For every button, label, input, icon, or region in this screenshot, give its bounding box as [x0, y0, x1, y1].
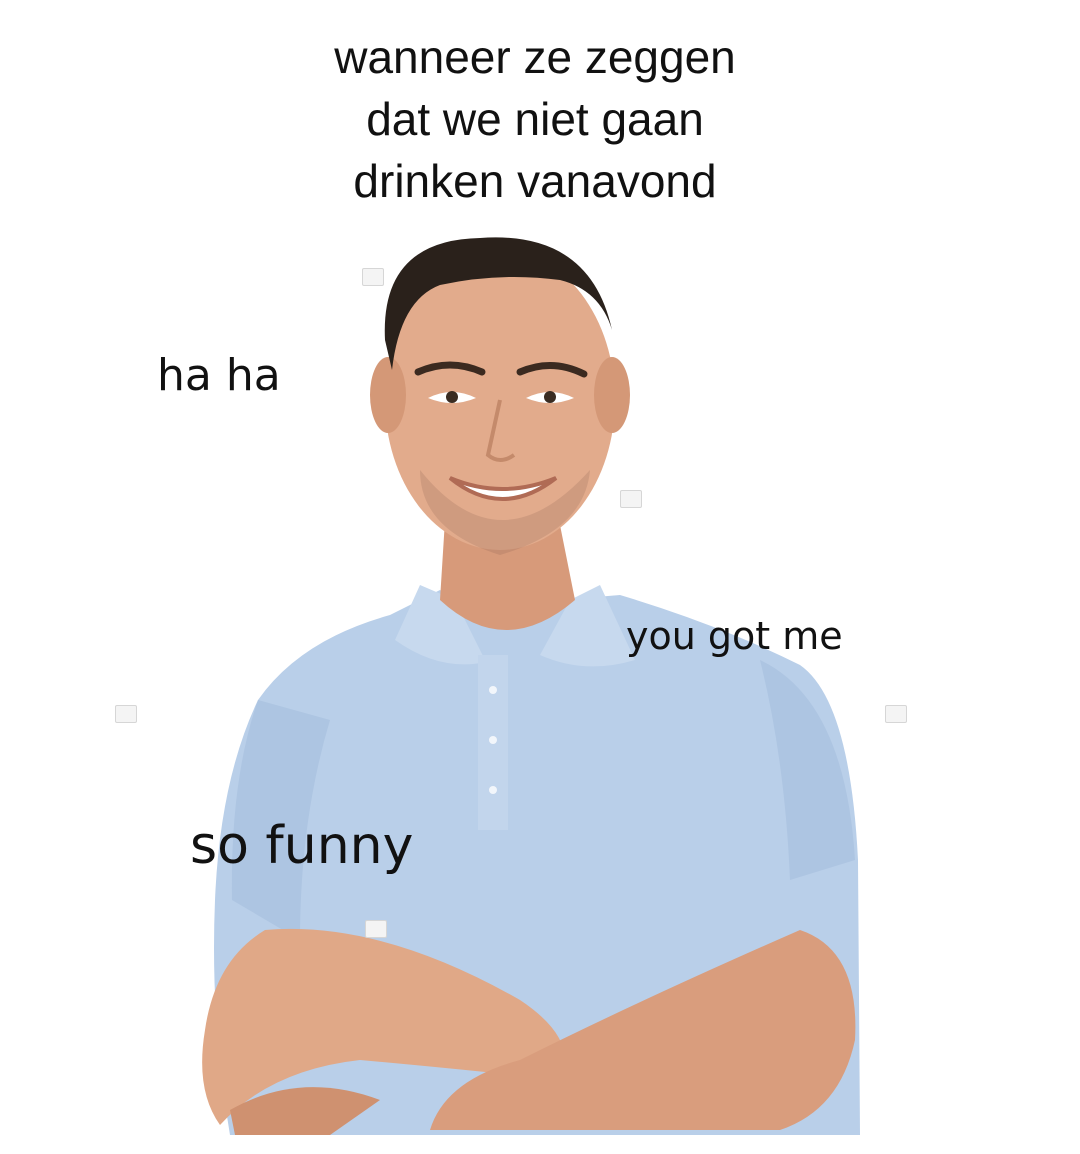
watermark-icon	[365, 920, 387, 938]
watermark-icon	[115, 705, 137, 723]
smiling-man-photo	[202, 237, 860, 1135]
label-ha-ha: ha ha	[157, 350, 281, 401]
watermark-icon	[362, 268, 384, 286]
watermark-icon	[620, 490, 642, 508]
label-so-funny: so funny	[190, 816, 414, 876]
watermark-icon	[885, 705, 907, 723]
label-you-got-me: you got me	[626, 614, 843, 658]
